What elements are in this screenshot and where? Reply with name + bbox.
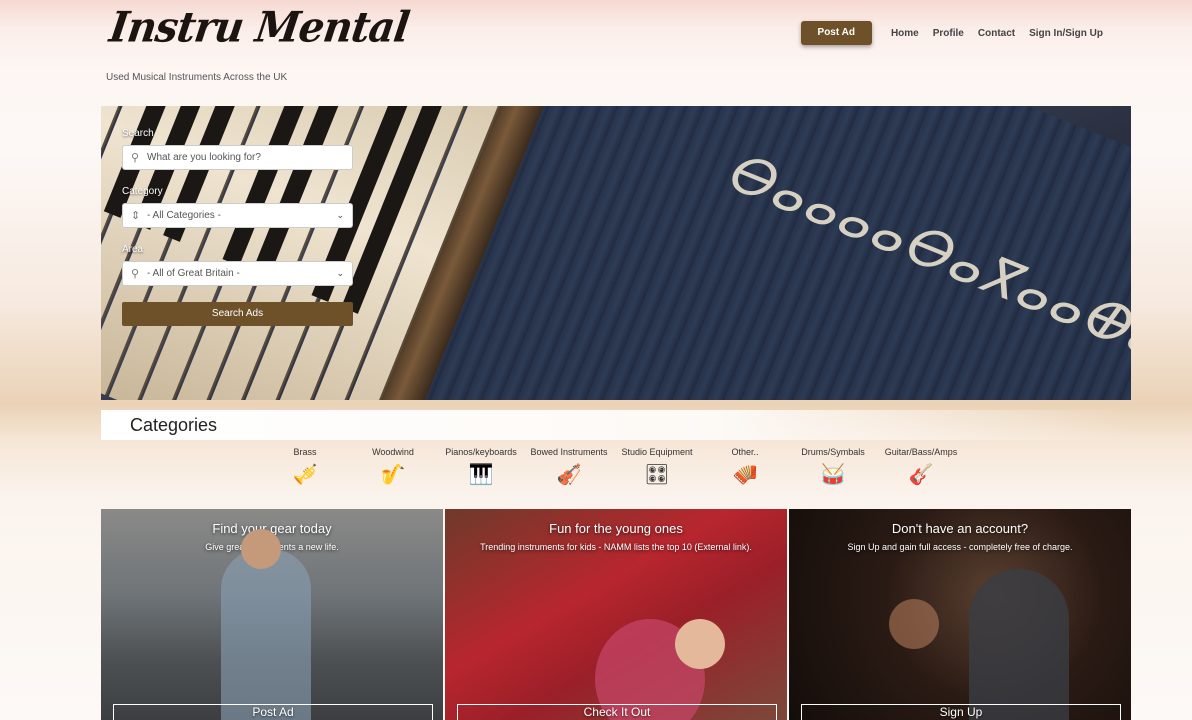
- site-logo[interactable]: Instru Mental: [107, 3, 412, 52]
- categories-title: Categories: [130, 415, 218, 435]
- category-label: Other..: [731, 447, 759, 457]
- promo-card-find-gear: Find your gear today Give great instrume…: [101, 509, 443, 720]
- category-label: Studio Equipment: [621, 447, 693, 457]
- sign-up-card-button[interactable]: Sign Up: [801, 704, 1121, 720]
- trumpet-icon: 🎺: [292, 462, 318, 486]
- card-subtitle: Sign Up and gain full access - completel…: [847, 542, 1073, 552]
- category-other[interactable]: Other.. 🪗: [701, 447, 789, 486]
- search-placeholder: What are you looking for?: [147, 152, 261, 163]
- search-input[interactable]: ⚲ What are you looking for?: [122, 145, 353, 170]
- category-label: Drums/Symbals: [801, 447, 865, 457]
- promo-card-kids: Fun for the young ones Trending instrume…: [445, 509, 787, 720]
- search-icon: ⚲: [131, 152, 140, 164]
- category-guitar[interactable]: Guitar/Bass/Amps 🎸: [877, 447, 965, 486]
- mixer-icon: 🎛: [644, 462, 670, 486]
- category-label: Guitar/Bass/Amps: [884, 447, 958, 457]
- location-pin-icon: ⚲: [131, 268, 140, 280]
- promo-card-sign-up: Don't have an account? Sign Up and gain …: [789, 509, 1131, 720]
- guitar-icon: 🎸: [908, 462, 934, 486]
- search-panel: Search ⚲ What are you looking for? Categ…: [122, 128, 353, 326]
- category-select[interactable]: ⇕ - All Categories - ⌄: [122, 203, 353, 228]
- post-ad-button[interactable]: Post Ad: [800, 21, 872, 45]
- card-title: Don't have an account?: [891, 521, 1029, 536]
- violin-icon: 🎻: [556, 462, 582, 486]
- area-value: - All of Great Britain -: [147, 268, 240, 279]
- category-bowed[interactable]: Bowed Instruments 🎻: [525, 447, 613, 486]
- category-label: Brass: [293, 447, 317, 457]
- accordion-icon: 🪗: [732, 462, 758, 486]
- category-drums[interactable]: Drums/Symbals 🥁: [789, 447, 877, 486]
- main-nav: Post Ad Home Profile Contact Sign In/Sig…: [800, 21, 1110, 45]
- sort-icon: ⇕: [131, 210, 141, 222]
- nav-home[interactable]: Home: [891, 28, 919, 39]
- post-ad-card-button[interactable]: Post Ad: [113, 704, 433, 720]
- category-brass[interactable]: Brass 🎺: [261, 447, 349, 486]
- drum-kit-icon: 🥁: [820, 462, 846, 486]
- category-value: - All Categories -: [147, 210, 221, 221]
- nav-sign-in[interactable]: Sign In/Sign Up: [1029, 28, 1103, 39]
- chevron-down-icon: ⌄: [336, 268, 344, 278]
- card-subtitle: Trending instruments for kids - NAMM lis…: [480, 542, 752, 552]
- categories-header: Categories: [101, 410, 1131, 440]
- category-studio[interactable]: Studio Equipment 🎛: [613, 447, 701, 486]
- chevron-down-icon: ⌄: [336, 210, 344, 220]
- category-label: Category: [122, 186, 163, 197]
- category-list: Brass 🎺 Woodwind 🎷 Pianos/keyboards 🎹 Bowed…: [261, 447, 965, 486]
- nav-contact[interactable]: Contact: [978, 28, 1015, 39]
- area-select[interactable]: ⚲ - All of Great Britain - ⌄: [122, 261, 353, 286]
- category-label: Pianos/keyboards: [445, 447, 517, 457]
- search-ads-button[interactable]: Search Ads: [122, 302, 353, 326]
- nav-profile[interactable]: Profile: [933, 28, 964, 39]
- hero-banner: ⴱⴰⴰⴰⴰⴱⴰⴳⴰⴰⴲⴰ Search ⚲ What are you looki…: [101, 106, 1131, 400]
- category-label: Woodwind: [372, 447, 414, 457]
- site-tagline: Used Musical Instruments Across the UK: [106, 72, 288, 83]
- category-label: Bowed Instruments: [530, 447, 608, 457]
- area-label: Area: [122, 244, 144, 255]
- check-it-out-button[interactable]: Check It Out: [457, 704, 777, 720]
- search-label: Search: [122, 128, 154, 139]
- card-title: Fun for the young ones: [549, 521, 683, 536]
- category-pianos[interactable]: Pianos/keyboards 🎹: [437, 447, 525, 486]
- piano-icon: 🎹: [468, 462, 494, 486]
- category-woodwind[interactable]: Woodwind 🎷: [349, 447, 437, 486]
- clarinet-icon: 🎷: [380, 462, 406, 486]
